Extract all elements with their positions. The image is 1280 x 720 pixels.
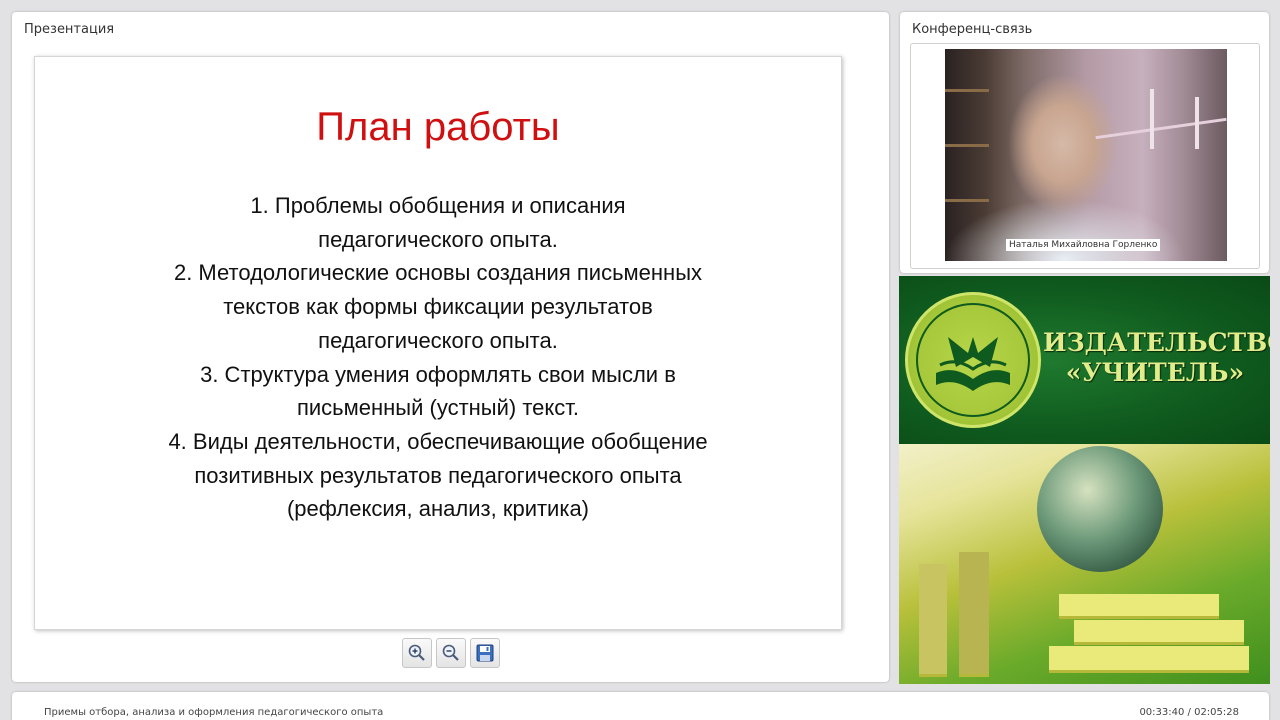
- book-stack-item: [1049, 646, 1249, 673]
- video-detail: [945, 144, 989, 147]
- speaker-name-tag: Наталья Михайловна Горленко: [1006, 239, 1161, 251]
- speaker-video[interactable]: Наталья Михайловна Горленко: [945, 49, 1227, 261]
- publisher-name: ИЗДАТЕЛЬСТВО «УЧИТЕЛЬ»: [1043, 328, 1270, 388]
- video-detail: [945, 199, 989, 202]
- book-stack-item: [959, 552, 989, 677]
- slide-line: письменный (устный) текст.: [296, 395, 580, 421]
- video-detail: [1150, 89, 1154, 149]
- status-bar: Приемы отбора, анализа и оформления педа…: [12, 692, 1269, 720]
- save-button[interactable]: [470, 638, 500, 668]
- slide-line: (рефлексия, анализ, критика): [286, 496, 590, 522]
- zoom-out-icon: [442, 644, 459, 661]
- book-stack-item: [1059, 594, 1219, 619]
- zoom-in-icon: [408, 644, 425, 661]
- publisher-name-line1: ИЗДАТЕЛЬСТВО: [1043, 328, 1270, 357]
- slide-content: 1. Проблемы обобщения и описания педагог…: [75, 189, 801, 526]
- presentation-panel-title: Презентация: [24, 22, 115, 37]
- banner-header: ИЗДАТЕЛЬСТВО «УЧИТЕЛЬ»: [899, 276, 1270, 444]
- book-stack-item: [919, 564, 947, 677]
- presentation-panel: Презентация План работы 1. Проблемы обоб…: [12, 12, 889, 682]
- publisher-banner: ИЗДАТЕЛЬСТВО «УЧИТЕЛЬ»: [899, 276, 1270, 684]
- presentation-slide: План работы 1. Проблемы обобщения и опис…: [34, 56, 842, 630]
- video-container: Наталья Михайловна Горленко: [910, 43, 1260, 269]
- slide-line: 4. Виды деятельности, обеспечивающие обо…: [168, 428, 708, 454]
- conference-panel: Конференц-связь Наталья Михайловна Горле…: [900, 12, 1269, 273]
- floppy-disk-icon: [476, 644, 494, 662]
- video-detail: [1195, 97, 1199, 149]
- slide-line: педагогического опыта.: [318, 226, 558, 252]
- recording-title: Приемы отбора, анализа и оформления педа…: [44, 707, 384, 718]
- publisher-name-line2: «УЧИТЕЛЬ»: [1065, 358, 1245, 387]
- zoom-in-button[interactable]: [402, 638, 432, 668]
- slide-line: 1. Проблемы обобщения и описания: [250, 193, 626, 218]
- slide-line: позитивных результатов педагогического о…: [194, 462, 682, 488]
- banner-image: [899, 444, 1270, 684]
- slide-line: 2. Методологические основы создания пись…: [173, 260, 703, 286]
- slide-line: текстов как формы фиксации результатов: [223, 294, 653, 320]
- video-detail: [1095, 117, 1227, 140]
- playback-time: 00:33:40 / 02:05:28: [1139, 707, 1239, 718]
- book-emblem-icon: [936, 337, 1010, 391]
- slide-title: План работы: [316, 105, 560, 149]
- globe-icon: [1037, 446, 1163, 572]
- slide-line: педагогического опыта.: [318, 327, 558, 353]
- book-stack-item: [1074, 620, 1244, 645]
- presentation-toolbar: [402, 638, 500, 668]
- publisher-logo-icon: [905, 292, 1041, 428]
- conference-panel-title: Конференц-связь: [912, 22, 1033, 37]
- zoom-out-button[interactable]: [436, 638, 466, 668]
- video-detail: [945, 89, 989, 92]
- slide-line: 3. Структура умения оформлять свои мысли…: [200, 361, 676, 387]
